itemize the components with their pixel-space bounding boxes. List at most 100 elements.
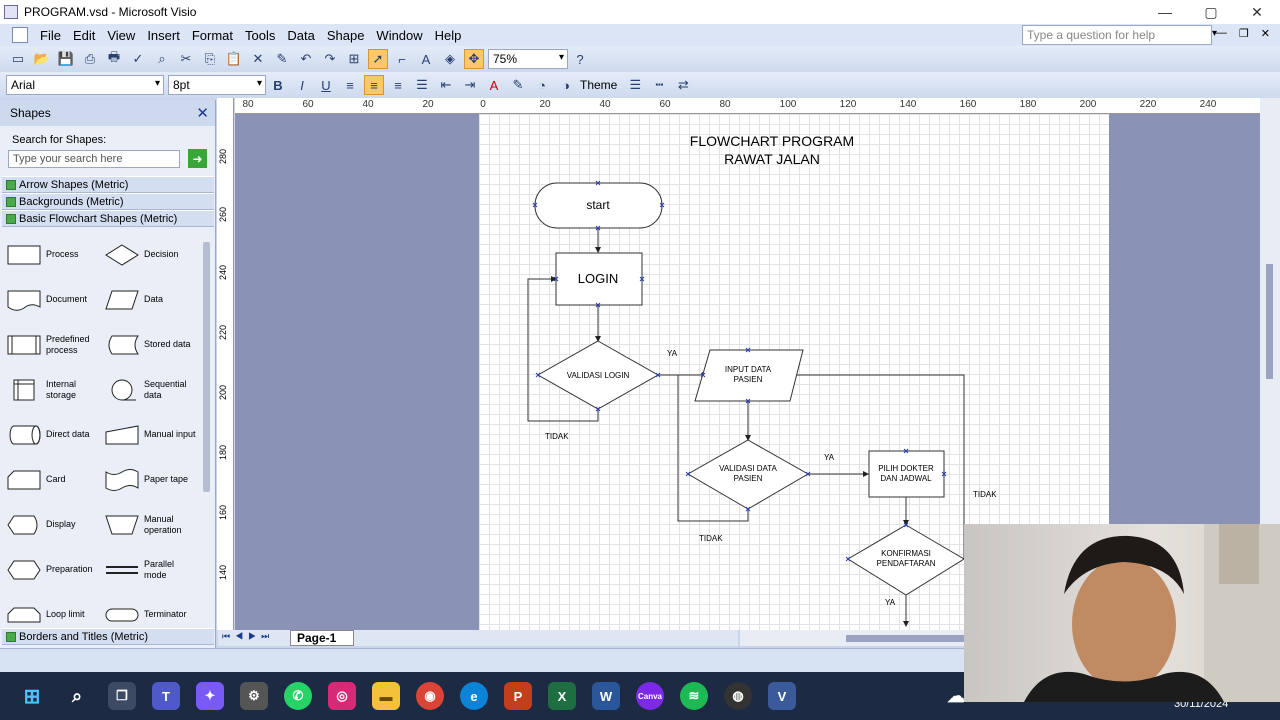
search-icon[interactable]: ⌕ (63, 682, 91, 710)
theme-icon[interactable]: ◑ (556, 75, 576, 95)
horizontal-scroll-thumb[interactable] (846, 635, 966, 642)
shape-search-input[interactable]: Type your search here (8, 150, 180, 168)
font-size-select[interactable]: 8pt (168, 75, 266, 95)
teams-icon[interactable]: T (152, 682, 180, 710)
settings-gear-icon[interactable]: ⚙ (240, 682, 268, 710)
underline-icon[interactable]: U (316, 75, 336, 95)
minimize-button[interactable]: — (1142, 0, 1188, 24)
help-icon[interactable]: ? (570, 49, 590, 69)
italic-icon[interactable]: I (292, 75, 312, 95)
shape-data[interactable]: Data (104, 277, 202, 322)
shape-internal-storage[interactable]: Internal storage (6, 367, 104, 412)
research-icon[interactable]: ⌕ (152, 49, 172, 69)
spotify-icon[interactable]: ≋ (680, 682, 708, 710)
vertical-scroll-thumb[interactable] (1266, 264, 1273, 379)
menu-window[interactable]: Window (370, 28, 428, 43)
doc-close-icon[interactable]: ✕ (1261, 27, 1270, 40)
layers-icon[interactable]: ◈ (440, 49, 460, 69)
redo-icon[interactable]: ↷ (320, 49, 340, 69)
spelling-icon[interactable]: ✓ (128, 49, 148, 69)
paste-icon[interactable]: 📋 (224, 49, 244, 69)
word-icon[interactable]: W (592, 682, 620, 710)
delete-icon[interactable]: ✕ (248, 49, 268, 69)
align-right-icon[interactable]: ≡ (388, 75, 408, 95)
shape-direct-data[interactable]: Direct data (6, 412, 104, 457)
shape-sequential-data[interactable]: Sequential data (104, 367, 202, 412)
shape-manual-input[interactable]: Manual input (104, 412, 202, 457)
file-explorer-icon[interactable]: ▬ (372, 682, 400, 710)
help-search-input[interactable]: Type a question for help (1022, 25, 1212, 45)
menu-format[interactable]: Format (186, 28, 239, 43)
page-nav-icons[interactable]: ⏮◀▶⏭ (222, 631, 274, 642)
shape-paper-tape[interactable]: Paper tape (104, 457, 202, 502)
menu-tools[interactable]: Tools (239, 28, 281, 43)
fill-color-icon[interactable]: ◔ (532, 75, 552, 95)
visio-taskbar-icon[interactable]: V (768, 682, 796, 710)
chrome-icon[interactable]: ◉ (416, 682, 444, 710)
line-weight-icon[interactable]: ☰ (625, 75, 645, 95)
menu-data[interactable]: Data (281, 28, 320, 43)
cut-icon[interactable]: ✂ (176, 49, 196, 69)
edge-icon[interactable]: e (460, 682, 488, 710)
font-color-icon[interactable]: A (484, 75, 504, 95)
connector-tool-icon[interactable]: ⌐ (392, 49, 412, 69)
copy-icon[interactable]: ⎘ (200, 49, 220, 69)
doc-restore-icon[interactable]: ❐ (1239, 27, 1249, 40)
text-tool-icon[interactable]: A (416, 49, 436, 69)
menu-help[interactable]: Help (429, 28, 468, 43)
shape-preparation[interactable]: Preparation (6, 547, 104, 592)
menu-file[interactable]: File (34, 28, 67, 43)
open-icon[interactable]: 📂 (32, 49, 52, 69)
page-tab-1[interactable]: Page-1 (290, 630, 354, 646)
shape-card[interactable]: Card (6, 457, 104, 502)
line-color-icon[interactable]: ✎ (508, 75, 528, 95)
task-view-icon[interactable]: ❐ (108, 682, 136, 710)
doc-minimize-icon[interactable]: — (1216, 27, 1227, 40)
obs-icon[interactable]: ◍ (724, 682, 752, 710)
undo-icon[interactable]: ↶ (296, 49, 316, 69)
menu-view[interactable]: View (101, 28, 141, 43)
powerpoint-icon[interactable]: P (504, 682, 532, 710)
print-preview-icon[interactable]: ⎙ (80, 49, 100, 69)
close-icon[interactable]: ✕ (196, 104, 209, 122)
shape-stored-data[interactable]: Stored data (104, 322, 202, 367)
copilot-icon[interactable]: ✦ (196, 682, 224, 710)
menu-shape[interactable]: Shape (321, 28, 371, 43)
shape-parallel-mode[interactable]: Parallel mode (104, 547, 202, 592)
visio-app-icon[interactable] (4, 5, 18, 19)
shapes-window-icon[interactable]: ⊞ (344, 49, 364, 69)
restore-button[interactable]: ▢ (1188, 0, 1234, 24)
close-button[interactable]: ✕ (1234, 0, 1280, 24)
zoom-select[interactable]: 75% (488, 49, 568, 69)
format-painter-icon[interactable]: ✎ (272, 49, 292, 69)
excel-icon[interactable]: X (548, 682, 576, 710)
menu-edit[interactable]: Edit (67, 28, 101, 43)
theme-button[interactable]: Theme (580, 78, 617, 92)
bold-icon[interactable]: B (268, 75, 288, 95)
canva-icon[interactable]: Canva (636, 682, 664, 710)
pointer-tool-icon[interactable]: ➚ (368, 49, 388, 69)
shape-document[interactable]: Document (6, 277, 104, 322)
decrease-indent-icon[interactable]: ⇤ (436, 75, 456, 95)
shape-process[interactable]: Process (6, 232, 104, 277)
align-left-icon[interactable]: ≡ (340, 75, 360, 95)
shape-predefined-process[interactable]: Predefined process (6, 322, 104, 367)
align-center-icon[interactable]: ≡ (364, 75, 384, 95)
new-icon[interactable]: ▭ (8, 49, 28, 69)
stencil-arrow-shapes[interactable]: Arrow Shapes (Metric) (2, 176, 214, 193)
shapes-scrollbar[interactable] (203, 242, 210, 492)
print-icon[interactable]: 🖶 (104, 49, 124, 69)
bullets-icon[interactable]: ☰ (412, 75, 432, 95)
increase-indent-icon[interactable]: ⇥ (460, 75, 480, 95)
stencil-borders-titles[interactable]: Borders and Titles (Metric) (2, 628, 214, 645)
menu-insert[interactable]: Insert (141, 28, 186, 43)
windows-start-icon[interactable]: ⊞ (18, 682, 46, 710)
line-ends-icon[interactable]: ⇄ (673, 75, 693, 95)
font-select[interactable]: Arial (6, 75, 164, 95)
pan-zoom-icon[interactable]: ✥ (464, 49, 484, 69)
shape-decision[interactable]: Decision (104, 232, 202, 277)
line-pattern-icon[interactable]: ┅ (649, 75, 669, 95)
save-icon[interactable]: 💾 (56, 49, 76, 69)
search-go-icon[interactable]: ➜ (188, 149, 207, 168)
instagram-icon[interactable]: ◎ (328, 682, 356, 710)
